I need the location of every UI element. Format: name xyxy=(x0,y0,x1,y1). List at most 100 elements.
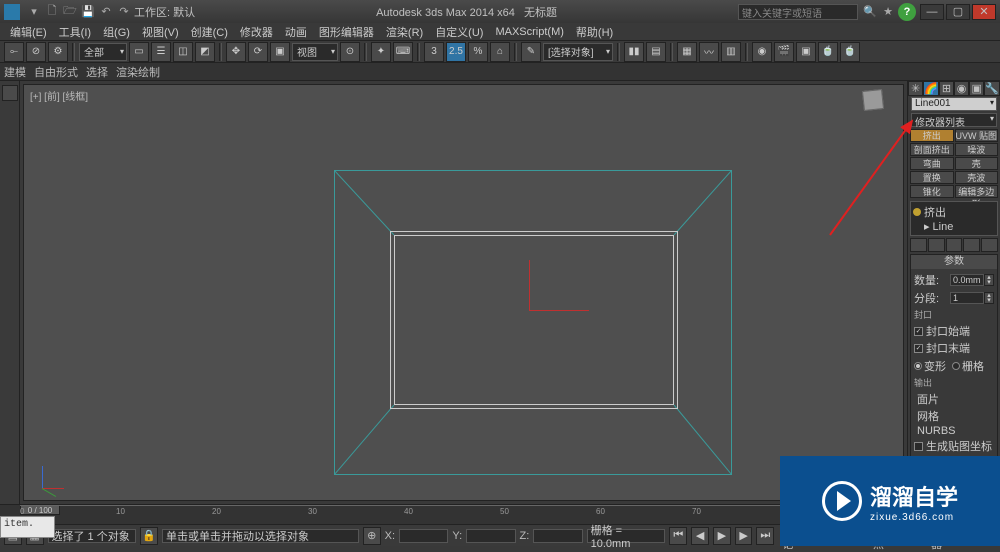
menu-group[interactable]: 组(G) xyxy=(97,24,136,40)
schematic-icon[interactable]: ▥ xyxy=(721,42,741,62)
mirror-icon[interactable]: ▮▮ xyxy=(624,42,644,62)
menu-maxscript[interactable]: MAXScript(M) xyxy=(489,26,569,38)
viewport[interactable]: [+] [前] [线框] xyxy=(23,84,904,501)
angle-snap-icon[interactable]: 2.5 xyxy=(446,42,466,62)
isolate-icon[interactable]: ⊕ xyxy=(363,527,381,545)
segments-spinner[interactable]: ▴▾ xyxy=(984,292,994,304)
stack-modifier[interactable]: 挤出 xyxy=(924,204,946,220)
tab-paint[interactable]: 渲染绘制 xyxy=(116,64,160,80)
menu-animation[interactable]: 动画 xyxy=(279,24,313,40)
render-setup-icon[interactable]: 🎬 xyxy=(774,42,794,62)
refcoord-dropdown[interactable]: 视图 xyxy=(292,43,338,61)
percent-snap-icon[interactable]: % xyxy=(468,42,488,62)
select-name-icon[interactable]: ☰ xyxy=(151,42,171,62)
viewport-label[interactable]: [+] [前] [线框] xyxy=(30,88,88,103)
app-icon[interactable] xyxy=(4,4,20,20)
named-sel-icon[interactable]: ✎ xyxy=(521,42,541,62)
btn-taper[interactable]: 锥化 xyxy=(910,185,954,198)
menu-customize[interactable]: 自定义(U) xyxy=(429,24,489,40)
tab-hierarchy-icon[interactable]: ⊞ xyxy=(939,81,954,96)
rotate-icon[interactable]: ⟳ xyxy=(248,42,268,62)
object-name-field[interactable]: Line001 xyxy=(911,97,997,111)
render-prod-icon[interactable]: 🍵 xyxy=(840,42,860,62)
undo-icon[interactable]: ↶ xyxy=(98,4,114,20)
fav-icon[interactable]: ★ xyxy=(880,4,896,20)
play-icon[interactable]: ▶ xyxy=(713,527,731,545)
z-field[interactable] xyxy=(533,529,582,543)
cap-start-checkbox[interactable]: ✓ xyxy=(914,327,923,336)
x-field[interactable] xyxy=(399,529,448,543)
rollout-title[interactable]: 参数 xyxy=(911,255,997,269)
material-editor-icon[interactable]: ◉ xyxy=(752,42,772,62)
center-icon[interactable]: ⊙ xyxy=(340,42,360,62)
help-button[interactable]: ? xyxy=(898,3,916,21)
remove-mod-icon[interactable] xyxy=(963,238,980,252)
lock-icon[interactable]: 🔒 xyxy=(140,527,158,545)
btn-shellwave[interactable]: 壳波 xyxy=(955,171,999,184)
bind-icon[interactable]: ⚙ xyxy=(48,42,68,62)
menu-help[interactable]: 帮助(H) xyxy=(570,24,619,40)
scale-icon[interactable]: ▣ xyxy=(270,42,290,62)
menu-grapheditors[interactable]: 图形编辑器 xyxy=(313,24,380,40)
goto-end-icon[interactable]: ⏭ xyxy=(756,527,774,545)
window-crossing-icon[interactable]: ◩ xyxy=(195,42,215,62)
tab-create-icon[interactable]: ✳ xyxy=(908,81,923,96)
btn-noise[interactable]: 噪波 xyxy=(955,143,999,156)
amount-input[interactable]: 0.0mm xyxy=(950,274,984,286)
make-unique-icon[interactable] xyxy=(946,238,963,252)
stack-base[interactable]: Line xyxy=(933,221,954,233)
close-button[interactable]: ✕ xyxy=(972,4,996,20)
open-icon[interactable]: 🗁 xyxy=(62,4,78,20)
align-icon[interactable]: ▤ xyxy=(646,42,666,62)
btn-uvwmap[interactable]: UVW 贴图 xyxy=(955,129,999,142)
menu-rendering[interactable]: 渲染(R) xyxy=(380,24,429,40)
pin-stack-icon[interactable] xyxy=(910,238,927,252)
titlebar-menu-icon[interactable]: ▾ xyxy=(26,4,42,20)
select-link-icon[interactable]: ⟜ xyxy=(4,42,24,62)
select-region-icon[interactable]: ◫ xyxy=(173,42,193,62)
search-icon[interactable]: 🔍 xyxy=(862,4,878,20)
tab-utilities-icon[interactable]: 🔧 xyxy=(984,81,1000,96)
curve-editor-icon[interactable]: 〰 xyxy=(699,42,719,62)
gen-uv-checkbox[interactable] xyxy=(914,442,923,451)
modifier-list-dropdown[interactable]: 修改器列表 xyxy=(911,113,997,127)
viewcube[interactable] xyxy=(863,90,893,120)
grid-radio[interactable] xyxy=(952,362,960,370)
btn-bend[interactable]: 弯曲 xyxy=(910,157,954,170)
next-frame-icon[interactable]: ▶ xyxy=(735,527,753,545)
btn-shell[interactable]: 壳 xyxy=(955,157,999,170)
tab-selection[interactable]: 选择 xyxy=(86,64,108,80)
prev-frame-icon[interactable]: ◀ xyxy=(691,527,709,545)
spinner-snap-icon[interactable]: ⌂ xyxy=(490,42,510,62)
configure-icon[interactable] xyxy=(981,238,998,252)
modifier-stack[interactable]: 挤出 ▸ Line xyxy=(910,201,998,236)
menu-modifiers[interactable]: 修改器 xyxy=(234,24,279,40)
help-search-input[interactable]: 键入关键字或短语 xyxy=(738,4,858,20)
tab-display-icon[interactable]: ▣ xyxy=(969,81,984,96)
layers-icon[interactable]: ▦ xyxy=(677,42,697,62)
minimize-button[interactable]: — xyxy=(920,4,944,20)
goto-start-icon[interactable]: ⏮ xyxy=(669,527,687,545)
keyboard-icon[interactable]: ⌨ xyxy=(393,42,413,62)
tab-motion-icon[interactable]: ◉ xyxy=(954,81,969,96)
move-icon[interactable]: ✥ xyxy=(226,42,246,62)
morph-radio[interactable] xyxy=(914,362,922,370)
bulb-icon[interactable] xyxy=(913,208,921,216)
menu-create[interactable]: 创建(C) xyxy=(185,24,234,40)
menu-edit[interactable]: 编辑(E) xyxy=(4,24,53,40)
tab-modeling[interactable]: 建模 xyxy=(4,64,26,80)
redo-icon[interactable]: ↷ xyxy=(116,4,132,20)
btn-extrude[interactable]: 挤出 xyxy=(910,129,954,142)
render-frame-icon[interactable]: ▣ xyxy=(796,42,816,62)
snap-toggle-icon[interactable]: 3 xyxy=(424,42,444,62)
menu-views[interactable]: 视图(V) xyxy=(136,24,185,40)
show-result-icon[interactable] xyxy=(928,238,945,252)
segments-input[interactable]: 1 xyxy=(950,292,984,304)
named-selection-dropdown[interactable]: [选择对象] xyxy=(543,43,613,61)
render-icon[interactable]: 🍵 xyxy=(818,42,838,62)
select-icon[interactable]: ▭ xyxy=(129,42,149,62)
maximize-button[interactable]: ▢ xyxy=(946,4,970,20)
tab-modify-icon[interactable]: 🌈 xyxy=(923,81,939,96)
selection-filter-dropdown[interactable]: 全部 xyxy=(79,43,127,61)
left-tool-1[interactable] xyxy=(2,85,18,101)
